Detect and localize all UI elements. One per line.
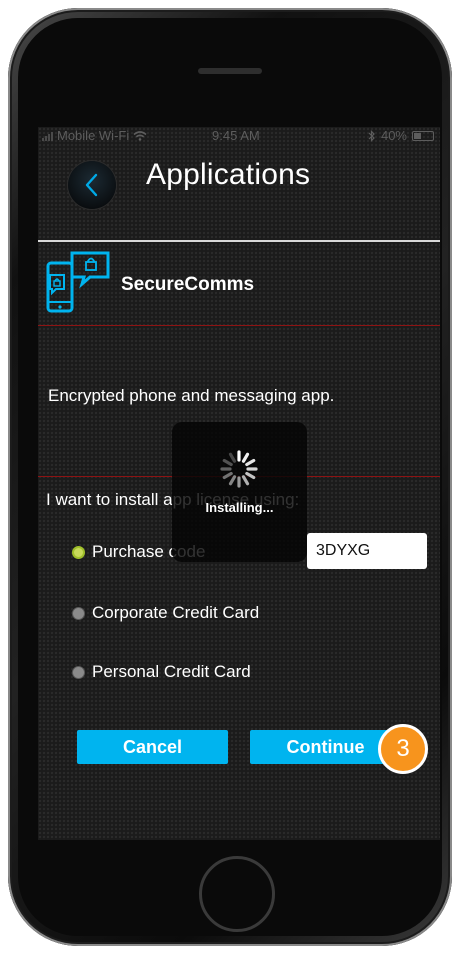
spinner-icon — [220, 450, 258, 488]
earpiece-speaker — [198, 68, 262, 74]
purchase-code-input[interactable] — [307, 533, 427, 569]
radio-label: Corporate Credit Card — [92, 603, 260, 622]
app-name: SecureComms — [121, 274, 255, 295]
battery-percent: 40% — [380, 128, 407, 143]
step-badge: 3 — [378, 724, 428, 774]
radio-selected-indicator[interactable] — [72, 545, 85, 559]
app-description: Encrypted phone and messaging app. — [48, 386, 335, 405]
radio-indicator[interactable] — [72, 606, 85, 620]
status-left: Mobile Wi-Fi — [42, 128, 147, 143]
status-bar: Mobile Wi-Fi 9:45 AM 40% — [38, 127, 440, 145]
battery-icon — [412, 130, 434, 141]
signal-icon — [42, 131, 53, 141]
radio-corporate-credit-card[interactable]: Corporate Credit Card — [72, 603, 259, 623]
installing-label: Installing... — [205, 500, 274, 515]
wifi-icon — [133, 130, 147, 141]
app-row: SecureComms — [38, 242, 440, 326]
radio-personal-credit-card[interactable]: Personal Credit Card — [72, 662, 251, 682]
header: Applications — [38, 145, 440, 242]
radio-label: Personal Credit Card — [92, 662, 251, 681]
carrier-label: Mobile Wi-Fi — [57, 128, 130, 143]
home-button[interactable] — [199, 856, 275, 932]
installing-overlay: Installing... — [172, 422, 307, 562]
cancel-button[interactable]: Cancel — [77, 730, 228, 764]
status-right: 40% — [368, 128, 434, 143]
chevron-left-icon — [85, 173, 98, 197]
bluetooth-icon — [368, 129, 375, 142]
secure-messaging-icon — [46, 251, 110, 313]
radio-indicator[interactable] — [72, 665, 85, 679]
page-title: Applications — [146, 158, 311, 191]
back-button[interactable] — [68, 161, 116, 209]
app-screen: Mobile Wi-Fi 9:45 AM 40% Applications Se… — [38, 127, 440, 840]
status-time: 9:45 AM — [212, 128, 260, 143]
